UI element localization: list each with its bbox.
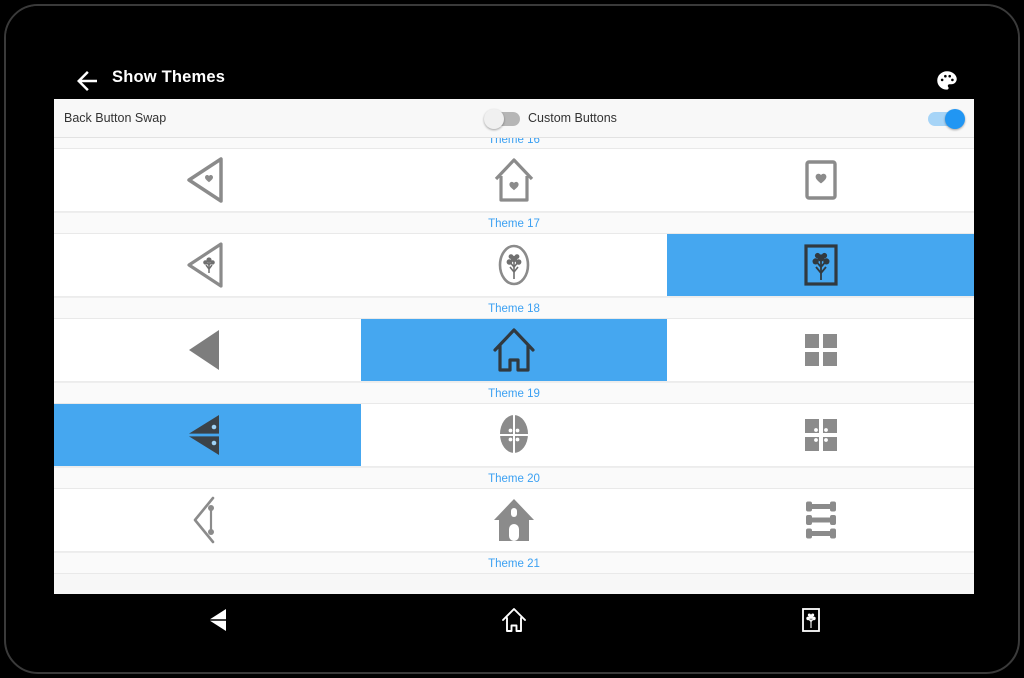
home-button-cell[interactable] — [361, 404, 668, 466]
themes-content-panel: Back Button Swap Custom Buttons Theme 16… — [54, 99, 974, 594]
palette-icon[interactable] — [934, 68, 960, 94]
toggle-knob — [484, 109, 504, 129]
themes-list[interactable]: Theme 16 Theme 17 Theme 18 Theme 19 Them… — [54, 138, 974, 594]
table-row[interactable] — [54, 149, 974, 212]
app-bar: Show Themes — [6, 6, 1018, 99]
recents-button-cell[interactable] — [667, 149, 974, 211]
table-row[interactable] — [54, 404, 974, 467]
back-button-cell[interactable] — [54, 319, 361, 381]
nav-tree-square-icon[interactable] — [751, 594, 871, 646]
theme-label: Theme 19 — [54, 382, 974, 404]
tablet-device-frame: Show Themes Back Button Swap Custom Butt… — [4, 4, 1020, 674]
show-themes-toggle[interactable] — [928, 109, 965, 129]
page-title: Show Themes — [112, 68, 226, 86]
arrow-left-icon[interactable] — [72, 66, 102, 96]
table-row[interactable] — [54, 319, 974, 382]
theme-label: Theme 17 — [54, 212, 974, 234]
theme-label: Theme 20 — [54, 467, 974, 489]
nav-home-outline-icon[interactable] — [454, 594, 574, 646]
theme-label: Theme 16 — [54, 138, 974, 149]
back-button-cell[interactable] — [54, 404, 361, 466]
theme-label: Theme 21 — [54, 552, 974, 574]
back-button-cell[interactable] — [54, 489, 361, 551]
nav-back-triangle-icon[interactable] — [159, 594, 279, 646]
table-row[interactable] — [54, 234, 974, 297]
back-button-cell[interactable] — [54, 234, 361, 296]
list-bottom-spacer — [54, 574, 974, 594]
home-button-cell[interactable] — [361, 489, 668, 551]
table-row[interactable] — [54, 489, 974, 552]
options-bar: Back Button Swap Custom Buttons — [54, 99, 974, 138]
home-button-cell[interactable] — [361, 149, 668, 211]
system-navigation-bar — [54, 594, 974, 646]
custom-buttons-label: Custom Buttons — [528, 111, 617, 125]
recents-button-cell[interactable] — [667, 489, 974, 551]
theme-label: Theme 18 — [54, 297, 974, 319]
recents-button-cell[interactable] — [667, 234, 974, 296]
home-button-cell[interactable] — [361, 234, 668, 296]
back-button-swap-label: Back Button Swap — [64, 111, 167, 125]
recents-button-cell[interactable] — [667, 404, 974, 466]
toggle-knob — [945, 109, 965, 129]
back-button-cell[interactable] — [54, 149, 361, 211]
home-button-cell[interactable] — [360, 319, 668, 381]
recents-button-cell[interactable] — [667, 319, 974, 381]
custom-buttons-toggle[interactable] — [484, 109, 520, 129]
